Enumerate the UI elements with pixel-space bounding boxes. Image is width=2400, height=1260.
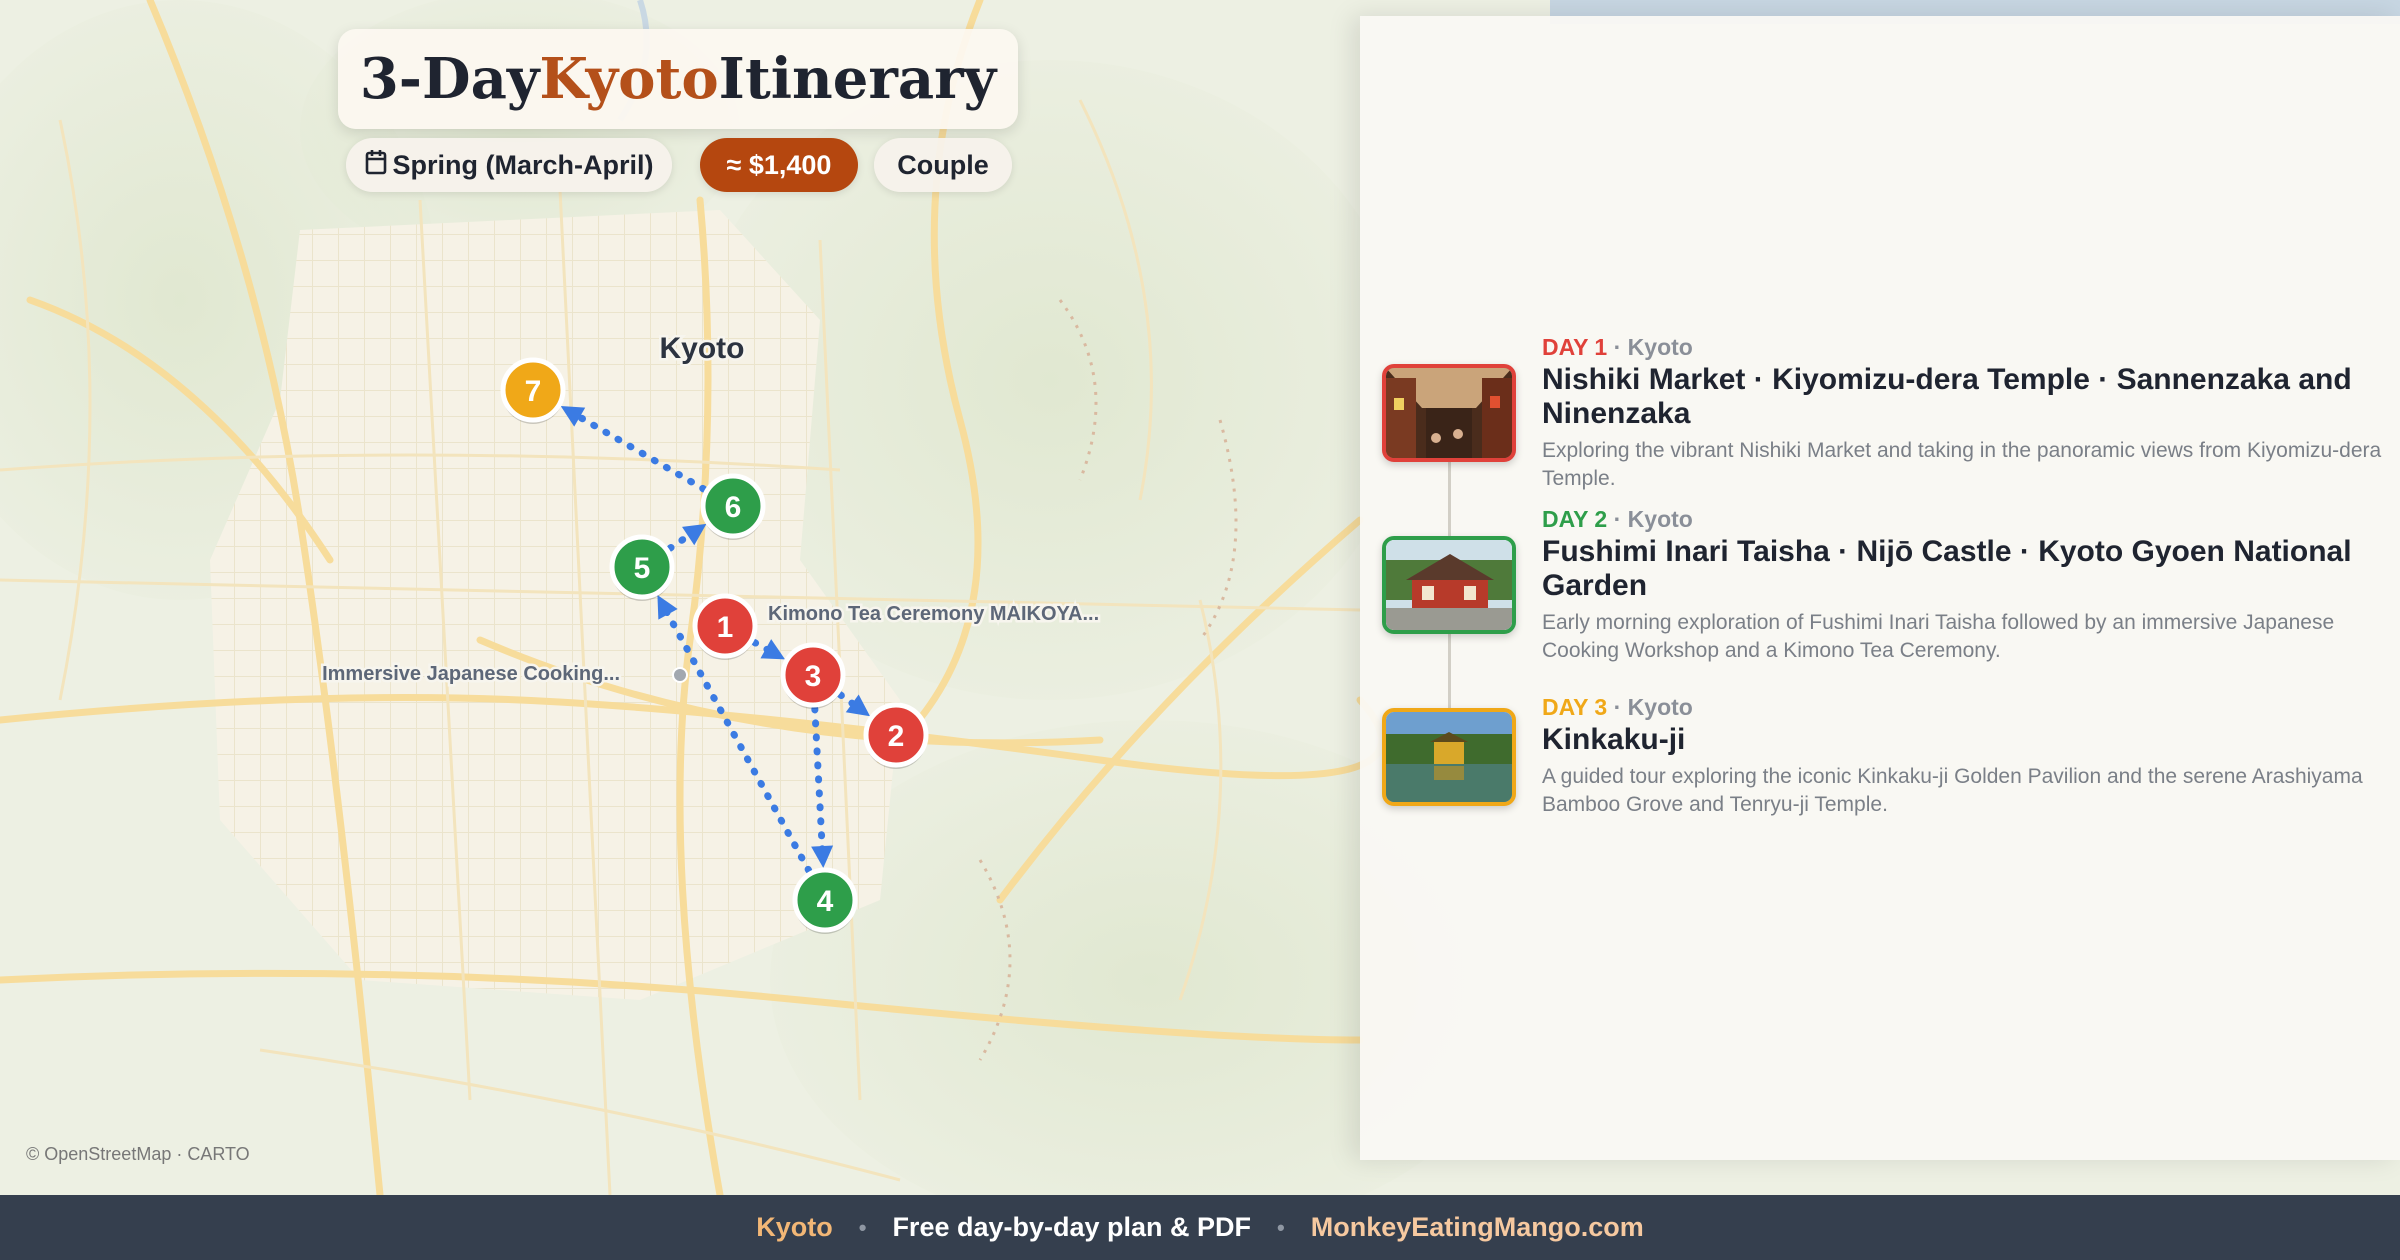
marker-number: 6 xyxy=(725,491,742,524)
marker-number: 5 xyxy=(634,552,651,585)
marker-number: 7 xyxy=(525,375,542,408)
map-attribution[interactable]: © OpenStreetMap · CARTO xyxy=(26,1144,250,1165)
marker-number: 3 xyxy=(805,660,822,693)
season-pill: Spring (March-April) xyxy=(346,138,672,192)
map-marker-1[interactable]: 1 xyxy=(692,593,758,660)
marker-number: 4 xyxy=(817,885,834,918)
poi-label-kimono-tea[interactable]: Kimono Tea Ceremony MAIKOYA... xyxy=(766,601,1102,628)
footer-site-link[interactable]: MonkeyEatingMango.com xyxy=(1311,1212,1644,1243)
footer-city: Kyoto xyxy=(756,1212,833,1242)
title-suffix: Itinerary xyxy=(718,46,997,112)
map-marker-5[interactable]: 5 xyxy=(609,534,675,601)
poi-label-cooking-workshop[interactable]: Immersive Japanese Cooking... xyxy=(320,661,623,688)
market-photo-icon xyxy=(1386,368,1512,458)
shrine-photo-icon xyxy=(1386,540,1512,630)
footer-tagline: Free day-by-day plan & PDF xyxy=(892,1212,1252,1242)
day-3-description: A guided tour exploring the iconic Kinka… xyxy=(1542,765,2363,816)
golden-pavilion-photo-icon xyxy=(1386,712,1512,802)
day-2-description: Early morning exploration of Fushimi Ina… xyxy=(1542,611,2335,662)
map-marker-7[interactable]: 7 xyxy=(500,357,566,424)
day-2-label: DAY 2 xyxy=(1542,506,1608,532)
map-marker-4[interactable]: 4 xyxy=(792,867,858,934)
day-2-thumbnail xyxy=(1382,536,1516,634)
title-prefix: 3-Day xyxy=(359,46,540,112)
season-label: Spring (March-April) xyxy=(392,149,654,180)
itinerary-title: 3-Day Kyoto Itinerary xyxy=(338,29,1018,129)
footer-separator: • xyxy=(858,1214,867,1240)
city-label: Kyoto xyxy=(660,332,745,365)
day-1-description: Exploring the vibrant Nishiki Market and… xyxy=(1542,439,2382,490)
marker-number: 1 xyxy=(717,611,734,644)
day-1-label: DAY 1 xyxy=(1542,334,1608,360)
title-city: Kyoto xyxy=(539,46,719,112)
day-3-thumbnail xyxy=(1382,708,1516,806)
day-1-thumbnail xyxy=(1382,364,1516,462)
party-badge: Couple xyxy=(874,138,1012,192)
day-3-title: Kinkaku-ji xyxy=(1542,723,1686,756)
day-3-city: Kyoto xyxy=(1627,694,1693,720)
day-2-title: Fushimi Inari Taisha · Nijō Castle · Kyo… xyxy=(1542,535,2352,602)
map-marker-6[interactable]: 6 xyxy=(700,473,766,540)
day-1-city: Kyoto xyxy=(1627,334,1693,360)
calendar-icon xyxy=(365,149,387,182)
footer-bar: Kyoto • Free day-by-day plan & PDF • Mon… xyxy=(0,1195,2400,1260)
map-marker-3[interactable]: 3 xyxy=(780,642,846,709)
itinerary-panel: DAY 1 · Kyoto Nishiki Market · Kiyomizu-… xyxy=(1360,16,2400,1160)
footer-separator: • xyxy=(1277,1214,1285,1240)
day-1-title: Nishiki Market · Kiyomizu-dera Temple · … xyxy=(1542,363,2352,430)
budget-badge: ≈ $1,400 xyxy=(700,138,858,192)
day-2-city: Kyoto xyxy=(1627,506,1693,532)
marker-number: 2 xyxy=(888,720,905,753)
day-3-label: DAY 3 xyxy=(1542,694,1608,720)
poi-dot[interactable] xyxy=(672,667,688,683)
map-marker-2[interactable]: 2 xyxy=(863,702,929,769)
